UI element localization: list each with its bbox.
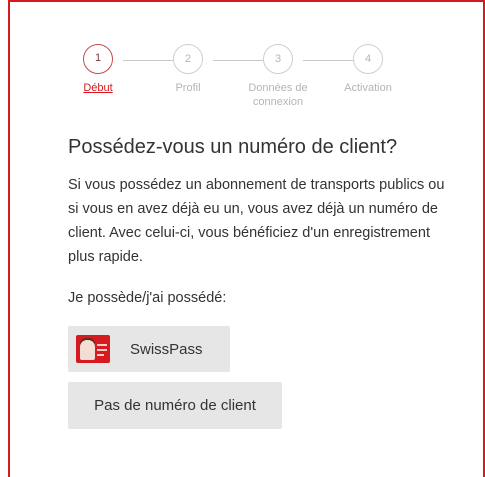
step-number: 3 [263,44,293,74]
step-profil: 2 Profil [148,44,228,95]
swisspass-button-label: SwissPass [130,340,203,358]
swisspass-card-icon [76,335,110,363]
intro-text: Si vous possédez un abonnement de transp… [68,177,445,265]
step-donnees-connexion: 3 Données de connexion [238,44,318,109]
step-label: Données de connexion [248,82,308,108]
page-title: Possédez-vous un numéro de client? [68,136,398,158]
progress-stepper: 1 Début 2 Profil 3 Données de connexion … [68,44,408,124]
step-debut[interactable]: 1 Début [58,44,138,95]
no-customer-number-button[interactable]: Pas de numéro de client [68,382,282,429]
step-label: Activation [344,82,392,94]
step-label: Début [83,82,113,94]
page-frame: 1 Début 2 Profil 3 Données de connexion … [8,0,485,477]
step-activation: 4 Activation [328,44,408,95]
no-customer-number-label: Pas de numéro de client [94,397,256,414]
step-number: 1 [83,44,113,74]
possess-label: Je possède/j'ai possédé: [68,290,227,306]
step-number: 2 [173,44,203,74]
step-number: 4 [353,44,383,74]
step-label: Profil [175,82,201,94]
swisspass-button[interactable]: SwissPass [68,326,230,372]
